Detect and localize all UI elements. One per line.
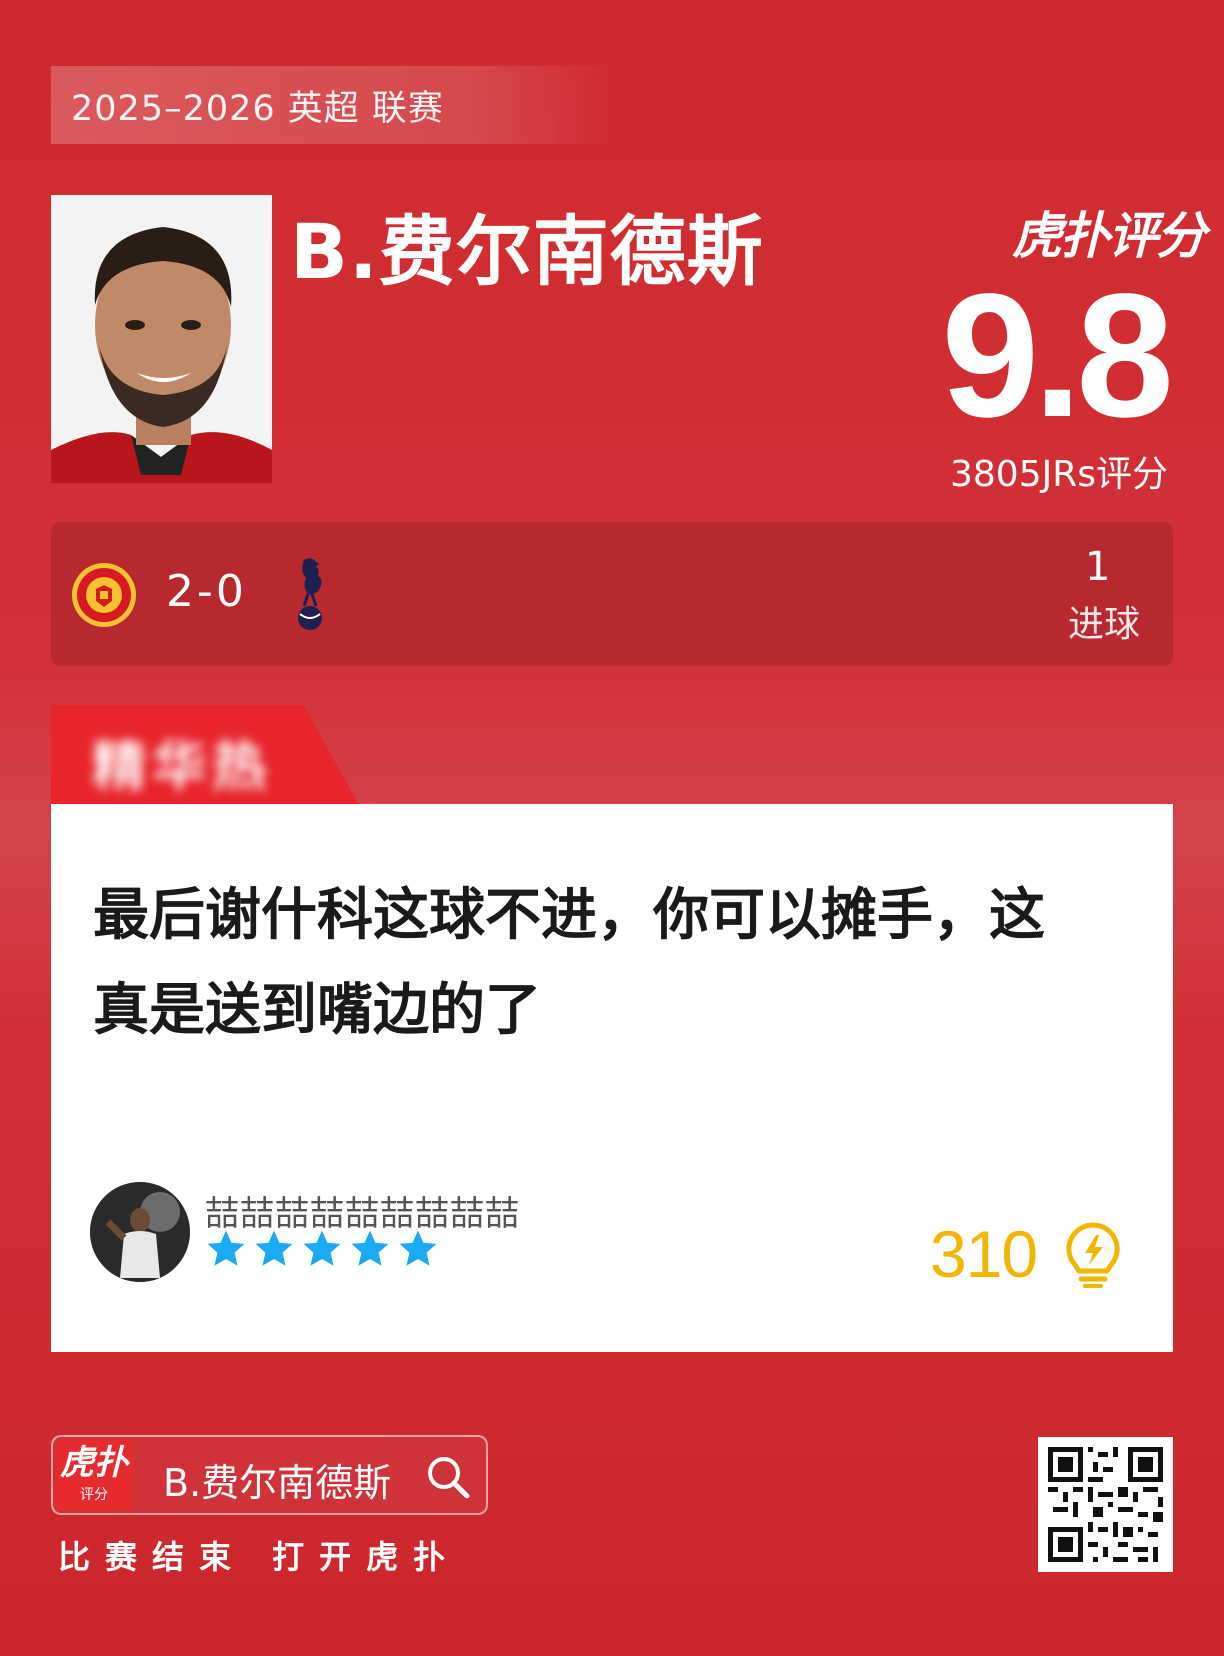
season-label: 2025–2026 英超 联赛: [71, 88, 444, 129]
search-icon[interactable]: [425, 1454, 471, 1500]
goal-count-label: 进球: [1068, 604, 1141, 645]
qr-code: [1038, 1437, 1173, 1572]
tottenham-cockerel-icon: [290, 556, 332, 632]
season-banner: 2025–2026 英超 联赛: [51, 66, 611, 144]
goal-count-value: 1: [1085, 544, 1111, 590]
star-icon: [399, 1230, 437, 1266]
user-star-rating: [205, 1228, 439, 1270]
user-avatar[interactable]: [90, 1182, 190, 1282]
comment-tag-label: 精华热: [92, 735, 272, 798]
manchester-united-crest-icon: [70, 561, 138, 629]
star-icon: [303, 1230, 341, 1266]
player-name: B.费尔南德斯: [290, 207, 764, 296]
comment-text: 最后谢什科这球不进，你可以摊手，这真是送到嘴边的了: [93, 883, 1045, 1043]
player-photo: [51, 195, 272, 483]
match-score: 2-0: [166, 566, 247, 617]
star-icon: [255, 1230, 293, 1266]
player-rating-score: 9.8: [941, 258, 1174, 454]
search-query-text[interactable]: B.费尔南德斯: [163, 1452, 391, 1507]
app-icon-label: 虎扑: [60, 1443, 128, 1483]
lightbulb-like-icon[interactable]: [1063, 1221, 1123, 1289]
star-icon: [351, 1230, 389, 1266]
like-count: 310: [930, 1217, 1038, 1291]
star-icon: [207, 1230, 245, 1266]
app-icon-sublabel: 评分: [80, 1487, 108, 1503]
hupu-app-icon[interactable]: 虎扑 评分: [55, 1439, 133, 1511]
rating-vote-count: 3805JRs评分: [949, 454, 1168, 495]
footer-cta: 比赛结束 打开虎扑: [58, 1538, 461, 1576]
